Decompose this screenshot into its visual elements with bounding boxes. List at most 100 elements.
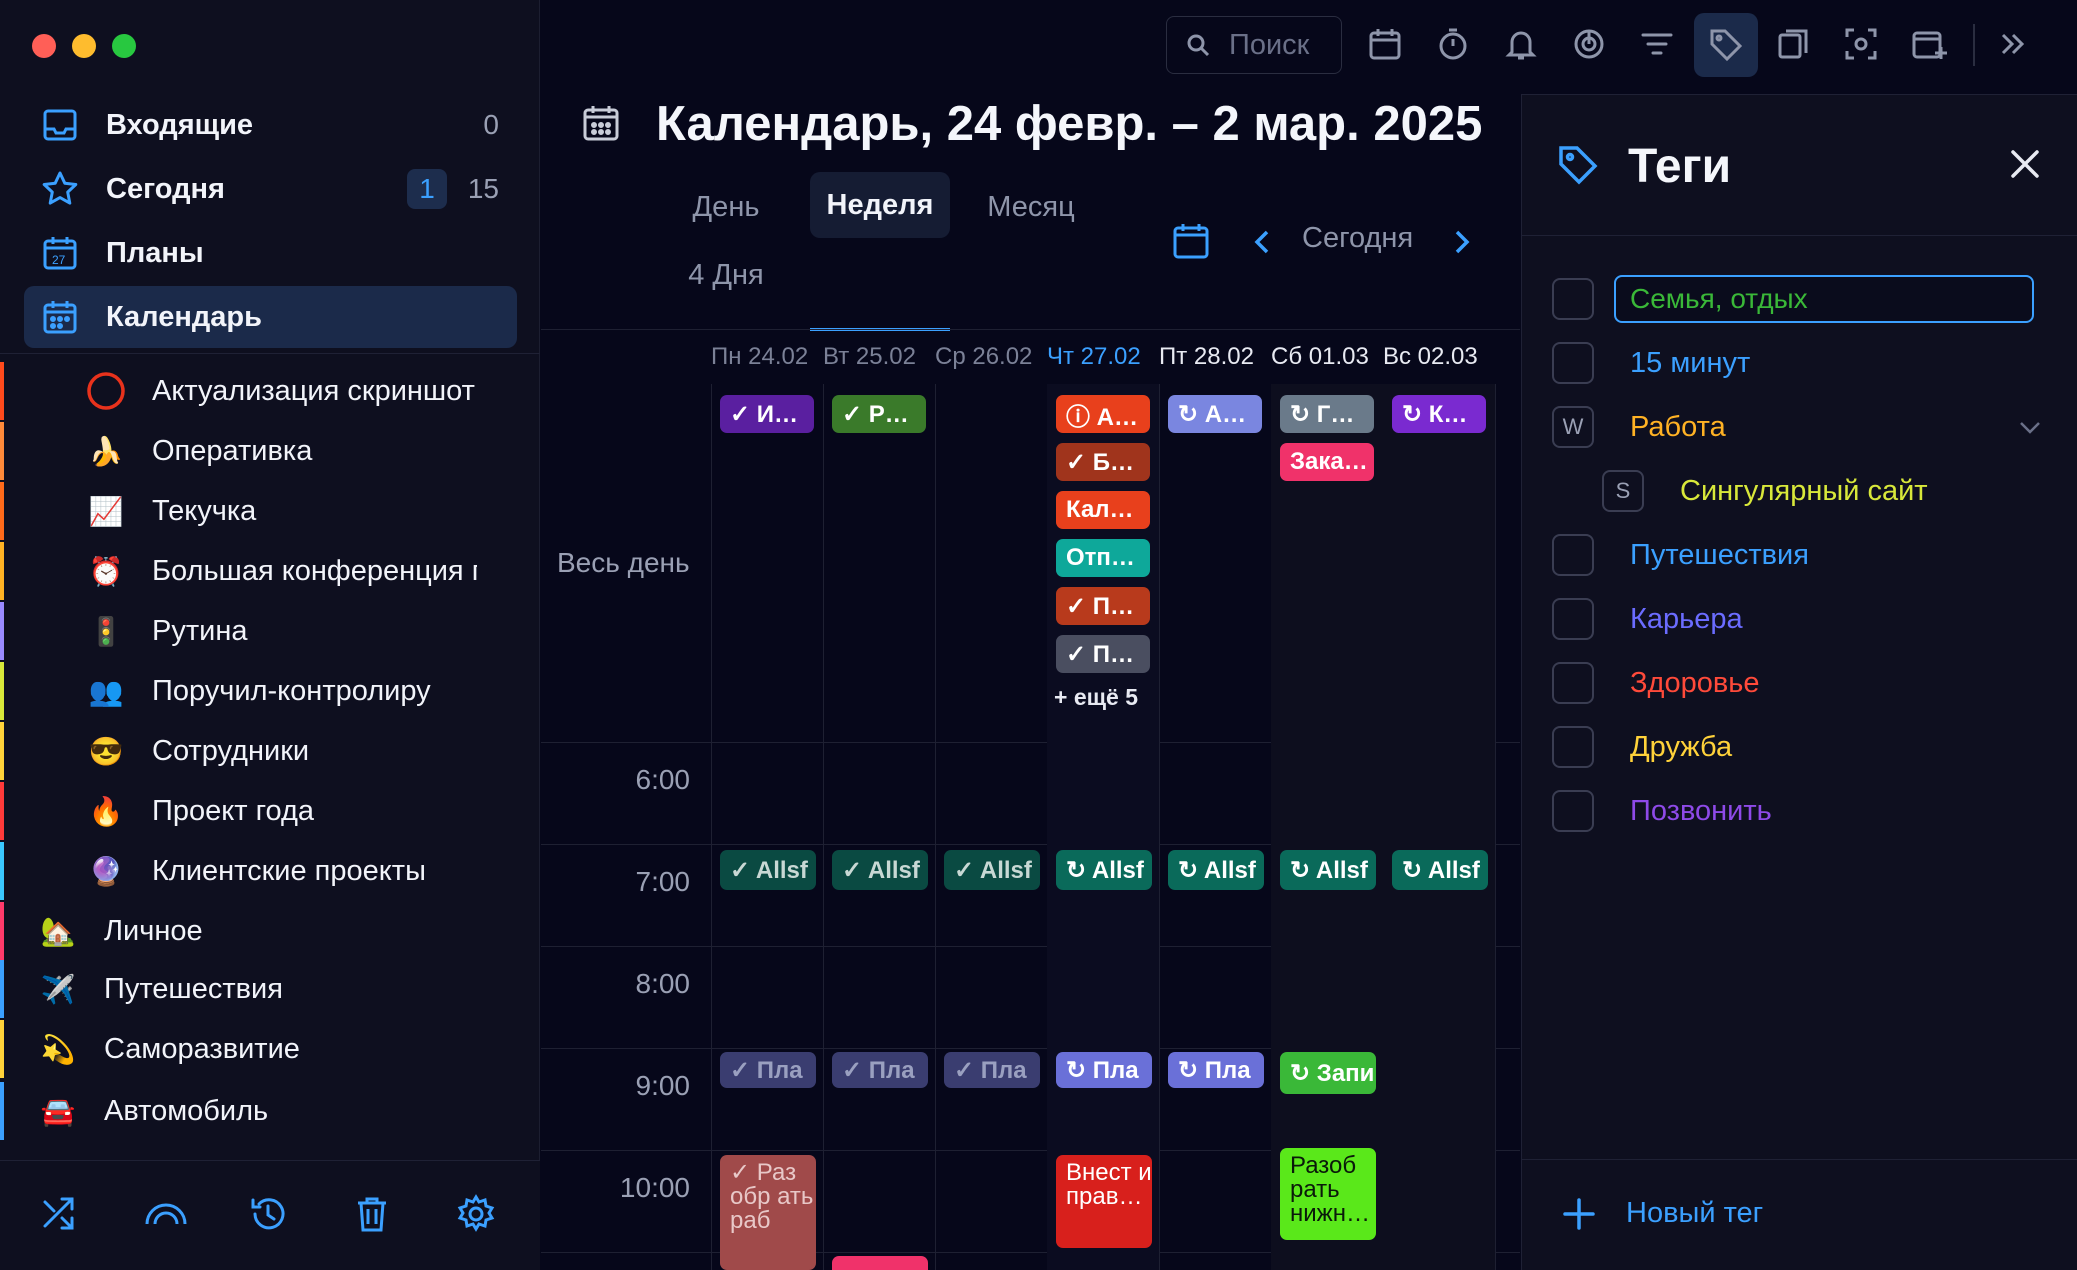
event-block[interactable] <box>832 1256 928 1270</box>
project-item[interactable]: 📈 Текучка <box>0 482 540 540</box>
project-item[interactable]: 🚦 Рутина <box>0 602 540 660</box>
filter-icon[interactable] <box>1635 22 1679 66</box>
bell-icon[interactable] <box>1499 22 1543 66</box>
event-chip[interactable]: ↻ К… <box>1392 395 1486 433</box>
tag-name[interactable]: Здоровье <box>1630 667 1759 700</box>
tab-month[interactable]: Месяц <box>974 174 1088 240</box>
event-chip[interactable]: Кал… <box>1056 491 1150 529</box>
tag-checkbox[interactable] <box>1552 790 1594 832</box>
event-chip[interactable]: ✓ Allsf <box>944 850 1040 890</box>
tag-checkbox[interactable] <box>1552 598 1594 640</box>
sidebar-item-inbox[interactable]: Входящие 0 <box>24 94 517 156</box>
event-chip[interactable]: ⓘ А… <box>1056 395 1150 433</box>
project-item[interactable]: Актуализация скриншот <box>0 362 540 420</box>
tag-name-input[interactable] <box>1614 275 2034 323</box>
tag-row[interactable] <box>1552 533 1594 577</box>
today-button[interactable]: Сегодня <box>1302 222 1413 255</box>
chevron-right-icon[interactable] <box>1450 228 1474 256</box>
event-chip[interactable]: ✓ Пла <box>944 1052 1040 1088</box>
tab-4-days[interactable]: 4 Дня <box>676 242 776 308</box>
tag-checkbox[interactable]: S <box>1602 470 1644 512</box>
event-chip[interactable]: ✓ Пла <box>832 1052 928 1088</box>
project-item[interactable]: 🚘 Автомобиль <box>0 1082 540 1140</box>
event-chip[interactable]: ↻ Г… <box>1280 395 1374 433</box>
tag-name[interactable]: Карьера <box>1630 603 1743 636</box>
tag-checkbox[interactable] <box>1552 342 1594 384</box>
tag-checkbox[interactable] <box>1552 726 1594 768</box>
event-block[interactable]: Внест и прав… <box>1056 1155 1152 1248</box>
shuffle-icon[interactable] <box>40 1194 84 1238</box>
project-item[interactable]: ✈️ Путешествия <box>0 960 540 1018</box>
project-item[interactable]: 💫 Саморазвитие <box>0 1020 540 1078</box>
tag-name[interactable]: Путешествия <box>1630 539 1809 572</box>
tag-row[interactable] <box>1552 277 1594 321</box>
event-chip[interactable]: ↻ А… <box>1168 395 1262 433</box>
event-chip[interactable]: ✓ Р… <box>832 395 926 433</box>
plus-icon[interactable] <box>1562 1197 1596 1231</box>
event-chip[interactable]: ↻ Allsf <box>1056 850 1152 890</box>
event-block[interactable]: Разоб рать нижн… <box>1280 1148 1376 1240</box>
sidebar-item-plans[interactable]: 27 Планы <box>24 222 517 284</box>
sidebar-item-calendar[interactable]: Календарь <box>24 286 517 348</box>
history-icon[interactable] <box>248 1194 292 1238</box>
tag-row[interactable]: S <box>1602 469 1644 513</box>
rainbow-icon[interactable] <box>144 1194 188 1238</box>
focus-icon[interactable] <box>1567 22 1611 66</box>
tag-name[interactable]: Дружба <box>1630 731 1732 764</box>
close-icon[interactable] <box>2008 147 2042 181</box>
timer-icon[interactable] <box>1431 22 1475 66</box>
tab-day[interactable]: День <box>676 174 776 240</box>
cards-icon[interactable] <box>1771 22 1815 66</box>
event-chip[interactable]: ✓ П… <box>1056 587 1150 625</box>
tag-checkbox[interactable] <box>1552 662 1594 704</box>
close-window-button[interactable] <box>32 34 56 58</box>
chevron-left-icon[interactable] <box>1250 228 1274 256</box>
tag-row[interactable] <box>1552 341 1594 385</box>
event-chip[interactable]: ✓ Allsf <box>720 850 816 890</box>
event-chip[interactable]: ✓ П… <box>1056 635 1150 673</box>
search-field[interactable]: Поиск <box>1166 16 1342 74</box>
sidebar-item-today[interactable]: Сегодня 1 15 <box>24 158 517 220</box>
new-tag-button[interactable]: Новый тег <box>1626 1197 1763 1230</box>
event-chip[interactable]: Отп… <box>1056 539 1150 577</box>
tag-row[interactable] <box>1552 725 1594 769</box>
double-chevron-right-icon[interactable] <box>1991 22 2035 66</box>
chevron-down-icon[interactable] <box>2018 417 2042 437</box>
project-item[interactable]: 🔮 Клиентские проекты <box>0 842 540 900</box>
event-block[interactable]: ✓ Раз обр ать раб <box>720 1155 816 1270</box>
tag-name[interactable]: 15 минут <box>1630 347 1750 380</box>
trash-icon[interactable] <box>352 1194 396 1238</box>
tag-row[interactable]: W <box>1552 405 1594 449</box>
tag-checkbox[interactable] <box>1552 534 1594 576</box>
minimize-window-button[interactable] <box>72 34 96 58</box>
event-chip[interactable]: ↻ Пла <box>1056 1052 1152 1088</box>
calendar-icon[interactable] <box>1363 22 1407 66</box>
tab-week[interactable]: Неделя <box>810 172 950 238</box>
tag-checkbox[interactable]: W <box>1552 406 1594 448</box>
tag-icon[interactable] <box>1694 13 1758 77</box>
zoom-window-button[interactable] <box>112 34 136 58</box>
event-chip[interactable]: ✓ Б… <box>1056 443 1150 481</box>
event-chip[interactable]: ↻ Allsf <box>1168 850 1264 890</box>
event-chip[interactable]: ✓ Allsf <box>832 850 928 890</box>
screenshot-icon[interactable] <box>1839 22 1883 66</box>
project-item[interactable]: 👥 Поручил-контролиру <box>0 662 540 720</box>
project-item[interactable]: 🍌 Оперативка <box>0 422 540 480</box>
date-picker-icon[interactable] <box>1172 222 1210 260</box>
more-events-link[interactable]: + ещё 5 <box>1054 684 1138 711</box>
gear-icon[interactable] <box>456 1194 500 1238</box>
event-chip[interactable]: ↻ Allsf <box>1392 850 1488 890</box>
event-chip[interactable]: ✓ Пла <box>720 1052 816 1088</box>
tag-row[interactable] <box>1552 597 1594 641</box>
tag-row[interactable] <box>1552 789 1594 833</box>
tag-name[interactable]: Сингулярный сайт <box>1680 475 1928 508</box>
event-chip[interactable]: ↻ Allsf <box>1280 850 1376 890</box>
tag-checkbox[interactable] <box>1552 278 1594 320</box>
event-chip[interactable]: Зака… <box>1280 443 1374 481</box>
project-item[interactable]: 🏡 Личное <box>0 902 540 960</box>
tag-row[interactable] <box>1552 661 1594 705</box>
project-item[interactable]: 😎 Сотрудники <box>0 722 540 780</box>
new-window-icon[interactable] <box>1907 22 1951 66</box>
event-chip[interactable]: ↻ Запи <box>1280 1052 1376 1094</box>
project-item[interactable]: ⏰ Большая конференция г <box>0 542 540 600</box>
